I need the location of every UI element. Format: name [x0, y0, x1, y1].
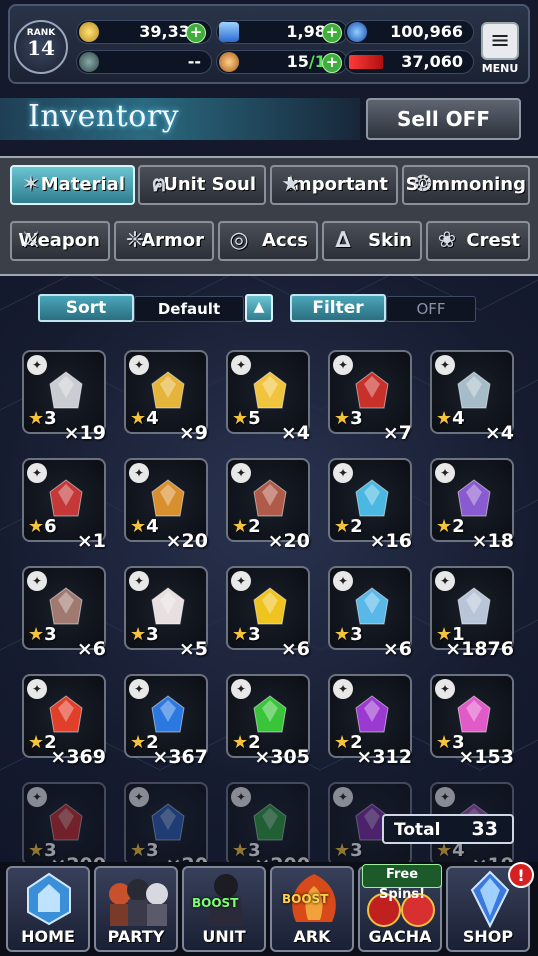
lapis-icon	[219, 22, 239, 42]
orb-icon	[347, 22, 367, 42]
free-spins-tag: Free Spins!	[362, 864, 442, 902]
sword-icon: ⚔	[21, 228, 41, 253]
tab-armor-label: Armor	[141, 230, 204, 251]
nav-shop-label: SHOP	[462, 927, 514, 946]
tab-crest[interactable]: ❀ Crest	[426, 221, 530, 261]
nav-gacha-label: GACHA	[368, 927, 432, 946]
tab-material-label: Material	[40, 174, 125, 195]
tab-crest-label: Crest	[466, 230, 520, 251]
item-quantity: ×153	[458, 746, 514, 768]
item-quantity: ×20	[165, 530, 208, 552]
item-quantity: ×5	[178, 638, 208, 660]
item-quantity: ×4	[484, 422, 514, 444]
unit-icon	[219, 52, 239, 72]
sort-order-toggle[interactable]: ▲	[245, 294, 273, 322]
nav-home-button[interactable]: HOME	[6, 866, 90, 952]
orb-value: 100,966	[390, 22, 463, 41]
page-title: Inventory	[28, 99, 180, 134]
menu-button[interactable]: ≡ MENU	[478, 22, 522, 75]
item-quantity: ×6	[76, 638, 106, 660]
tab-important[interactable]: ★ Important	[270, 165, 398, 205]
total-label: Total	[394, 820, 441, 840]
item-quantity: ×1876	[445, 638, 514, 660]
bag-icon: ✶	[21, 172, 41, 197]
nav-party-button[interactable]: PARTY	[94, 866, 178, 952]
nav-ark-button[interactable]: BOOST ARK	[270, 866, 354, 952]
shop-crystal-icon	[470, 870, 510, 928]
hanger-icon: ∆	[335, 228, 351, 253]
nav-home-label: HOME	[21, 927, 75, 946]
rank-badge: RANK 14	[14, 20, 68, 74]
triangle-up-icon: ▲	[253, 299, 265, 315]
nav-party-label: PARTY	[107, 927, 165, 946]
soul-icon: ฅ	[151, 172, 167, 197]
tab-skin-label: Skin	[368, 230, 412, 251]
sort-button[interactable]: Sort	[38, 294, 134, 322]
tab-summoning[interactable]: ❂ Summoning	[402, 165, 530, 205]
add-gil-button[interactable]: +	[186, 23, 206, 43]
item-quantity: ×6	[280, 638, 310, 660]
item-quantity: ×305	[254, 746, 310, 768]
item-quantity: ×4	[280, 422, 310, 444]
hamburger-icon: ≡	[481, 22, 519, 60]
total-value: 33	[471, 818, 498, 840]
nav-ark-label: ARK	[293, 927, 331, 946]
rarity-star-icon: ★	[334, 840, 351, 861]
rank-value: 14	[27, 36, 55, 60]
item-quantity: ×18	[471, 530, 514, 552]
orb-counter: 100,966	[344, 20, 474, 44]
party-characters-icon	[109, 879, 168, 926]
energy-gauge-icon	[349, 55, 383, 69]
tab-skin[interactable]: ∆ Skin	[322, 221, 422, 261]
shop-alert-badge: !	[508, 862, 534, 888]
item-quantity: ×16	[369, 530, 412, 552]
tab-accs-label: Accs	[262, 230, 308, 251]
armor-icon: ❈	[125, 228, 145, 253]
item-quantity: ×9	[178, 422, 208, 444]
energy-counter: 37,060	[344, 50, 474, 74]
sell-toggle-button[interactable]: Sell OFF	[366, 98, 521, 140]
item-quantity: ×20	[267, 530, 310, 552]
nav-unit-button[interactable]: BOOST UNIT	[182, 866, 266, 952]
summon-icon: ❂	[413, 172, 433, 197]
gil-coin-icon	[79, 22, 99, 42]
unit-boost-tag: BOOST	[192, 896, 239, 910]
menu-label: MENU	[481, 62, 519, 75]
tab-unit-soul[interactable]: ฅ Unit Soul	[138, 165, 266, 205]
item-rarity: ★3	[334, 840, 363, 861]
total-counter: Total 33	[382, 814, 514, 844]
stamina-value: --	[187, 52, 201, 71]
compass-icon	[79, 52, 99, 72]
energy-value: 37,060	[401, 52, 463, 71]
tab-armor[interactable]: ❈ Armor	[114, 221, 214, 261]
item-quantity: ×19	[63, 422, 106, 444]
item-quantity: ×7	[382, 422, 412, 444]
item-quantity: ×6	[382, 638, 412, 660]
unit-count: 15	[286, 52, 309, 71]
item-quantity: ×367	[152, 746, 208, 768]
add-lapis-button[interactable]: +	[322, 23, 342, 43]
sort-value[interactable]: Default	[134, 296, 244, 322]
item-quantity: ×312	[356, 746, 412, 768]
tab-material[interactable]: ✶ Material	[10, 165, 135, 205]
stamina-counter: --	[76, 50, 212, 74]
tab-accs[interactable]: ◎ Accs	[218, 221, 318, 261]
item-rarity-value: 3	[350, 840, 363, 861]
filter-button[interactable]: Filter	[290, 294, 386, 322]
filter-value[interactable]: OFF	[386, 296, 476, 322]
ark-boost-tag: BOOST	[282, 892, 329, 906]
home-crest-icon	[27, 872, 71, 926]
nav-unit-label: UNIT	[202, 927, 246, 946]
item-quantity: ×369	[50, 746, 106, 768]
tab-unit-soul-label: Unit Soul	[163, 174, 256, 195]
ring-icon: ◎	[229, 228, 249, 253]
crest-icon: ❀	[437, 228, 457, 253]
tab-weapon[interactable]: ⚔ Weapon	[10, 221, 110, 261]
item-quantity: ×1	[76, 530, 106, 552]
add-unit-button[interactable]: +	[322, 53, 342, 73]
star-icon: ★	[281, 172, 301, 197]
